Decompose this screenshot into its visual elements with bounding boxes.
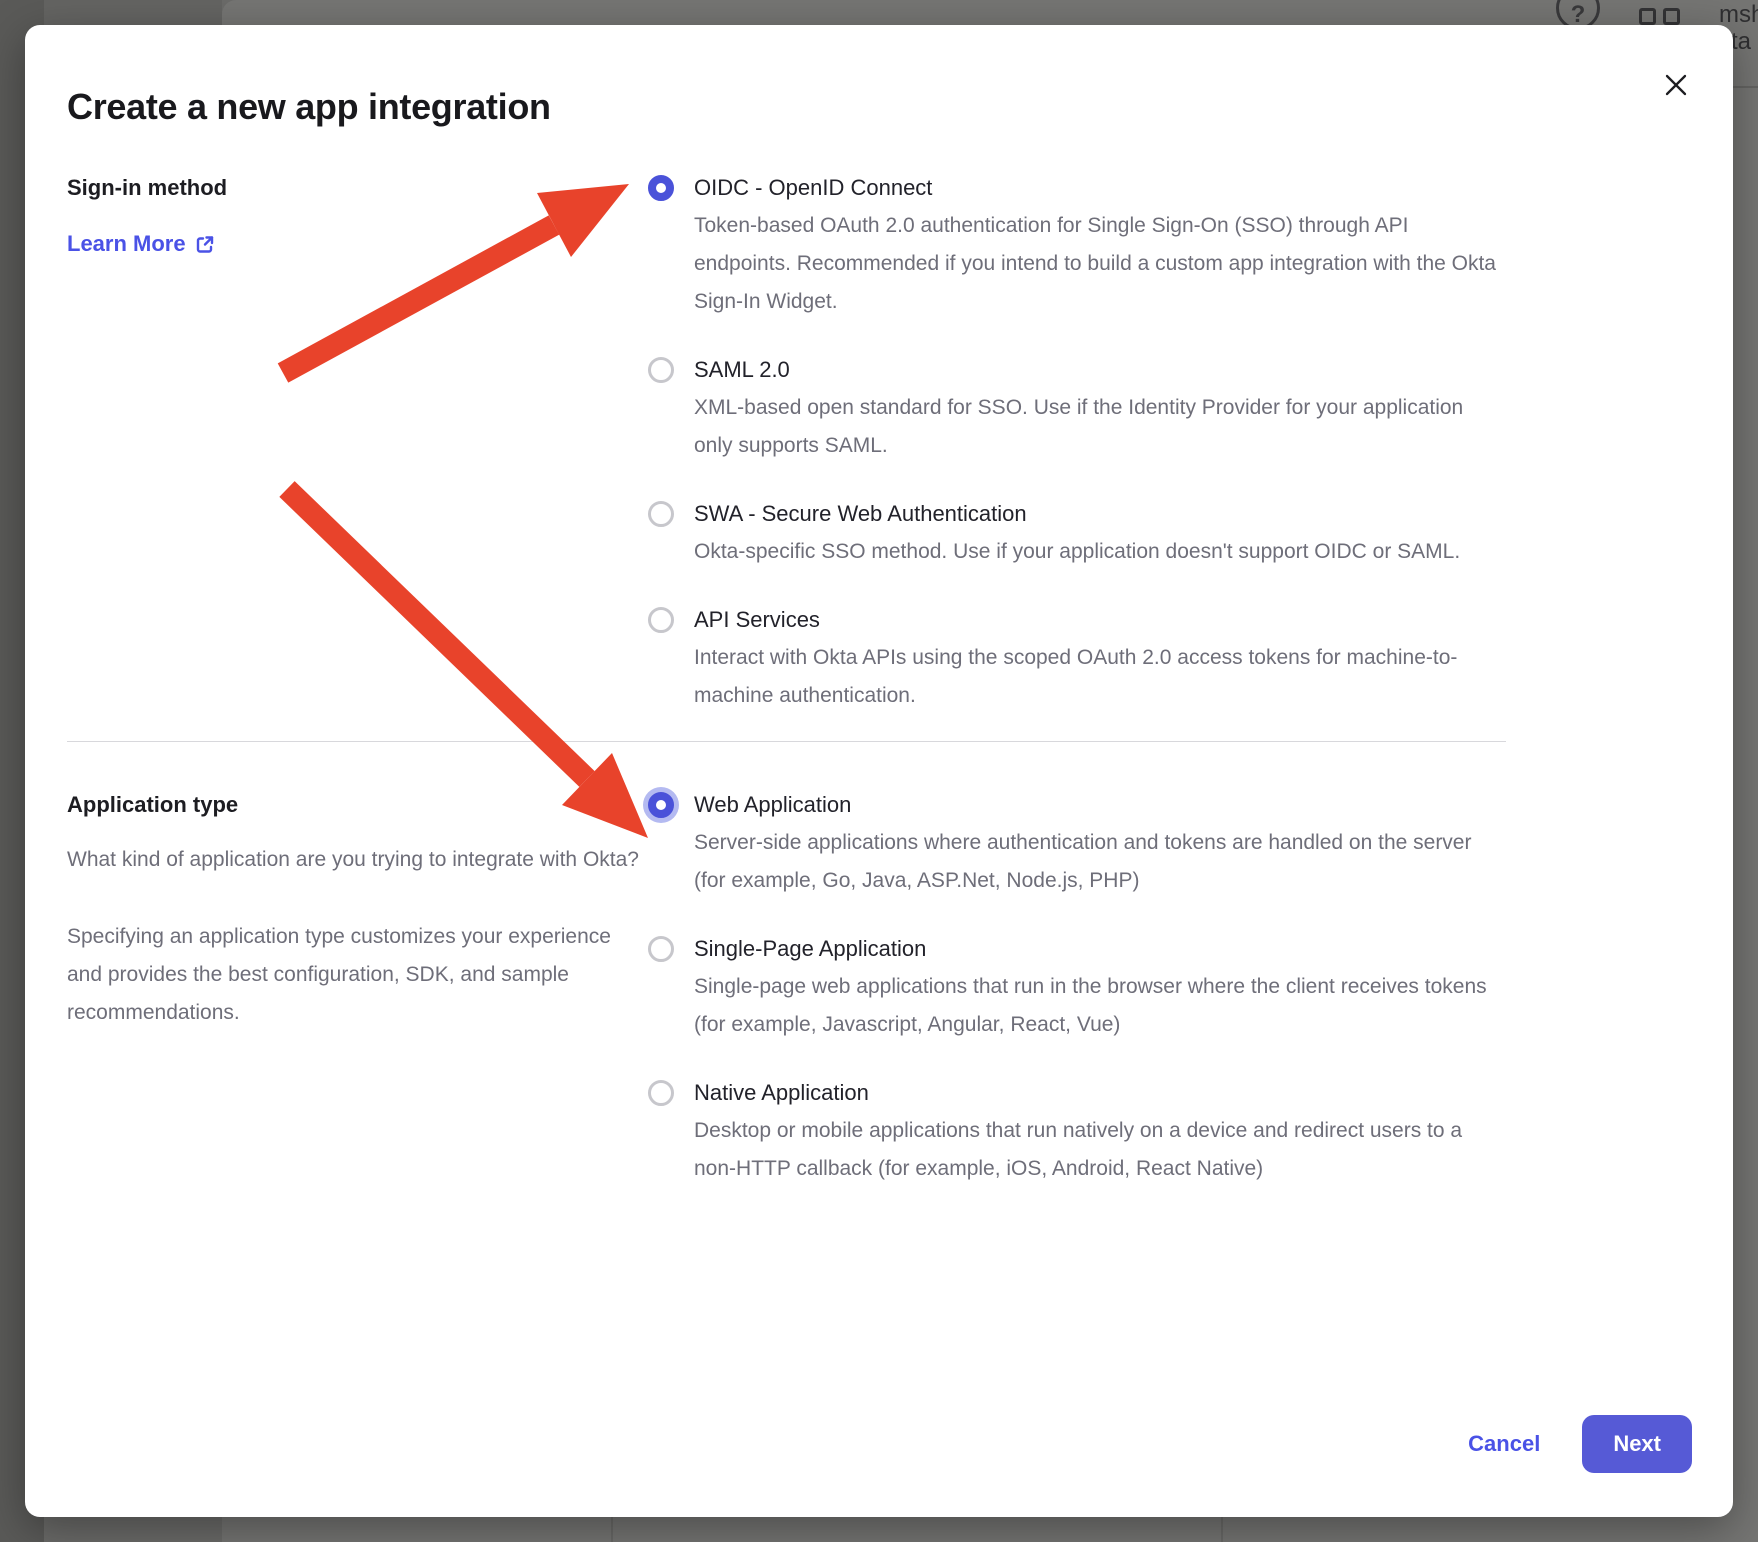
create-app-integration-modal: Create a new app integration Sign-in met… xyxy=(25,25,1733,1517)
option-description: Okta-specific SSO method. Use if your ap… xyxy=(694,533,1460,571)
option-native-application[interactable]: Native Application Desktop or mobile app… xyxy=(648,1074,1506,1188)
application-type-description: Specifying an application type customize… xyxy=(67,918,648,1032)
option-label[interactable]: Web Application xyxy=(694,786,1506,824)
option-description: Desktop or mobile applications that run … xyxy=(694,1112,1506,1188)
option-label[interactable]: Single-Page Application xyxy=(694,930,1506,968)
external-link-icon xyxy=(195,234,216,255)
option-description: Token-based OAuth 2.0 authentication for… xyxy=(694,207,1506,321)
radio-unselected-swa[interactable] xyxy=(648,501,674,527)
learn-more-link[interactable]: Learn More xyxy=(67,225,216,263)
option-api-services[interactable]: API Services Interact with Okta APIs usi… xyxy=(648,601,1506,715)
signin-method-section: Sign-in method Learn More OIDC - OpenID … xyxy=(67,169,1506,715)
section-divider xyxy=(67,741,1506,742)
option-label[interactable]: SAML 2.0 xyxy=(694,351,1506,389)
apps-grid-icon xyxy=(1639,8,1656,25)
option-label[interactable]: SWA - Secure Web Authentication xyxy=(694,495,1460,533)
option-web-application[interactable]: Web Application Server-side applications… xyxy=(648,786,1506,900)
option-single-page-application[interactable]: Single-Page Application Single-page web … xyxy=(648,930,1506,1044)
radio-unselected-api-services[interactable] xyxy=(648,607,674,633)
radio-selected-oidc[interactable] xyxy=(648,175,674,201)
modal-footer: Cancel Next xyxy=(1468,1415,1692,1473)
application-type-description: What kind of application are you trying … xyxy=(67,841,648,879)
close-x-glyph xyxy=(1664,73,1688,97)
option-description: XML-based open standard for SSO. Use if … xyxy=(694,389,1506,465)
option-description: Server-side applications where authentic… xyxy=(694,824,1506,900)
option-label[interactable]: Native Application xyxy=(694,1074,1506,1112)
option-swa[interactable]: SWA - Secure Web Authentication Okta-spe… xyxy=(648,495,1506,571)
close-icon[interactable] xyxy=(1663,73,1689,99)
signin-method-heading: Sign-in method xyxy=(67,169,648,207)
cancel-button[interactable]: Cancel xyxy=(1468,1431,1540,1457)
next-button[interactable]: Next xyxy=(1582,1415,1692,1473)
modal-title: Create a new app integration xyxy=(67,85,1506,129)
option-oidc[interactable]: OIDC - OpenID Connect Token-based OAuth … xyxy=(648,169,1506,321)
learn-more-label: Learn More xyxy=(67,225,186,263)
application-type-section: Application type What kind of applicatio… xyxy=(67,786,1506,1188)
option-description: Single-page web applications that run in… xyxy=(694,968,1506,1044)
radio-unselected-native[interactable] xyxy=(648,1080,674,1106)
option-description: Interact with Okta APIs using the scoped… xyxy=(694,639,1506,715)
radio-unselected-saml[interactable] xyxy=(648,357,674,383)
radio-unselected-spa[interactable] xyxy=(648,936,674,962)
option-label[interactable]: OIDC - OpenID Connect xyxy=(694,169,1506,207)
user-text-fragment: msh xyxy=(1719,2,1758,28)
option-saml[interactable]: SAML 2.0 XML-based open standard for SSO… xyxy=(648,351,1506,465)
apps-grid-icon xyxy=(1663,8,1680,25)
option-label[interactable]: API Services xyxy=(694,601,1506,639)
radio-selected-web-application[interactable] xyxy=(648,792,674,818)
application-type-heading: Application type xyxy=(67,786,648,824)
background-divider xyxy=(1733,86,1758,88)
